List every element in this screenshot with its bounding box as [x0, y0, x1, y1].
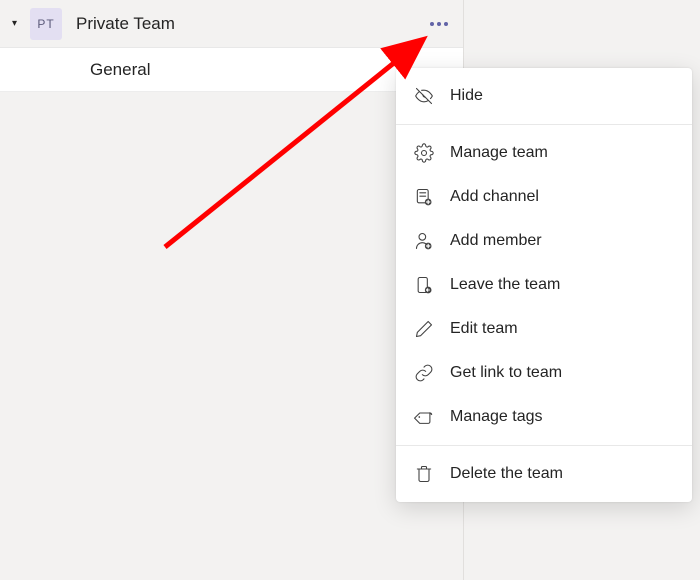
menu-item-label: Hide [450, 87, 483, 105]
menu-item-hide[interactable]: Hide [396, 74, 692, 118]
menu-item-edit-team[interactable]: Edit team [396, 307, 692, 351]
menu-item-add-channel[interactable]: Add channel [396, 175, 692, 219]
channel-row[interactable]: General [0, 48, 463, 92]
menu-item-label: Add channel [450, 188, 539, 206]
caret-down-icon: ▾ [12, 18, 22, 29]
trash-icon [414, 464, 434, 484]
team-name-label: Private Team [76, 14, 425, 34]
link-icon [414, 363, 434, 383]
gear-icon [414, 143, 434, 163]
menu-separator [396, 124, 692, 125]
menu-item-leave-team[interactable]: Leave the team [396, 263, 692, 307]
menu-item-label: Manage tags [450, 408, 543, 426]
team-avatar: PT [30, 8, 62, 40]
team-list-sidebar: ▾ PT Private Team General [0, 0, 464, 580]
channel-name-label: General [90, 60, 150, 80]
menu-item-label: Get link to team [450, 364, 562, 382]
menu-item-manage-team[interactable]: Manage team [396, 131, 692, 175]
menu-item-delete-team[interactable]: Delete the team [396, 452, 692, 496]
team-more-options-button[interactable] [425, 10, 453, 38]
tag-icon [414, 407, 434, 427]
more-horizontal-icon [428, 21, 450, 27]
pencil-icon [414, 319, 434, 339]
team-row[interactable]: ▾ PT Private Team [0, 0, 463, 48]
add-member-icon [414, 231, 434, 251]
menu-separator [396, 445, 692, 446]
menu-item-manage-tags[interactable]: Manage tags [396, 395, 692, 439]
menu-item-label: Delete the team [450, 465, 563, 483]
menu-item-add-member[interactable]: Add member [396, 219, 692, 263]
menu-item-label: Manage team [450, 144, 548, 162]
team-context-menu: Hide Manage team Add channel Add member … [396, 68, 692, 502]
add-channel-icon [414, 187, 434, 207]
hide-icon [414, 86, 434, 106]
menu-item-label: Add member [450, 232, 542, 250]
menu-item-label: Leave the team [450, 276, 560, 294]
team-avatar-initials: PT [37, 17, 54, 31]
leave-icon [414, 275, 434, 295]
menu-item-get-link[interactable]: Get link to team [396, 351, 692, 395]
menu-item-label: Edit team [450, 320, 518, 338]
